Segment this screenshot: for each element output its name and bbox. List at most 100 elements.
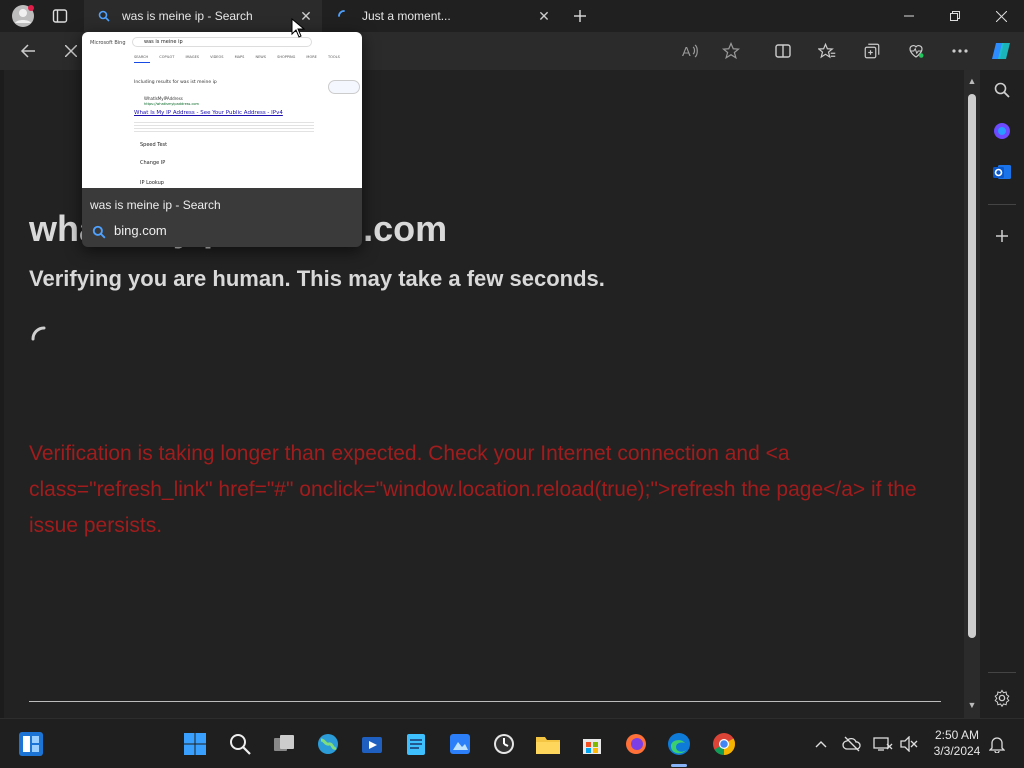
close-tab-icon[interactable]: ✕ (532, 4, 556, 28)
media-player-icon (362, 737, 382, 753)
preview-domain: bing.com (114, 223, 167, 238)
tab-actions-icon (52, 9, 68, 23)
split-screen-button[interactable] (769, 37, 797, 65)
globe-icon (318, 734, 338, 754)
thumb-nav-underline (134, 62, 150, 63)
clock-icon (494, 734, 514, 754)
sidebar-copilot-button[interactable] (988, 117, 1016, 145)
thumb-snippet (134, 120, 314, 134)
volume-muted-status[interactable] (896, 731, 922, 757)
favorites-icon (818, 42, 836, 59)
loading-spinner-icon (336, 8, 352, 24)
clock-time: 2:50 AM (934, 728, 980, 742)
thumb-including: Including results for was ist meine ip (134, 80, 217, 85)
back-button[interactable] (14, 37, 42, 65)
taskbar-search-button[interactable] (227, 731, 253, 757)
gear-icon (994, 689, 1010, 707)
browser-essentials-button[interactable] (902, 37, 930, 65)
edge-sidebar (980, 70, 1024, 718)
search-favicon-icon (92, 225, 106, 239)
thumb-sublink-3: IP Lookup (140, 180, 164, 186)
new-tab-button[interactable] (566, 0, 594, 32)
favorite-star-button[interactable] (717, 37, 745, 65)
preview-title: was is meine ip - Search (90, 198, 221, 212)
stop-loading-button[interactable] (57, 37, 85, 65)
network-status[interactable] (870, 731, 896, 757)
taskbar-app-paint[interactable] (447, 731, 473, 757)
scroll-down-icon[interactable]: ▼ (967, 700, 977, 710)
thumb-sublink-1: Speed Test (140, 142, 168, 148)
copilot-button[interactable] (988, 37, 1016, 65)
tab-strip: was is meine ip - Search ✕ Just a moment… (0, 0, 1024, 32)
firefox-icon (626, 734, 646, 754)
profile-button[interactable] (8, 0, 38, 32)
collections-button[interactable] (858, 37, 886, 65)
tab-actions-button[interactable] (46, 0, 74, 32)
sidebar-settings-button[interactable] (988, 684, 1016, 712)
restore-icon (950, 11, 960, 21)
loading-spinner-icon (31, 326, 46, 341)
task-view-button[interactable] (271, 731, 297, 757)
more-dots-icon (952, 49, 968, 53)
close-window-button[interactable] (978, 0, 1024, 32)
plus-icon (574, 10, 586, 22)
start-button[interactable] (182, 731, 208, 757)
clock-date: 3/3/2024 (933, 744, 981, 758)
vertical-scrollbar[interactable]: ▲ ▼ (964, 70, 980, 718)
profile-avatar-icon (12, 5, 34, 27)
divider (29, 701, 941, 702)
taskbar-app-clock[interactable] (491, 731, 517, 757)
cloud-offline-icon (842, 736, 861, 752)
taskbar-app-network[interactable] (315, 731, 341, 757)
restore-button[interactable] (932, 0, 978, 32)
sidebar-outlook-button[interactable] (988, 158, 1016, 186)
taskbar-app-notepad[interactable] (403, 731, 429, 757)
settings-more-button[interactable] (946, 37, 974, 65)
sidebar-search-button[interactable] (988, 76, 1016, 104)
tab-search[interactable]: was is meine ip - Search ✕ (84, 0, 322, 32)
widgets-button[interactable] (18, 731, 44, 757)
read-aloud-icon: A (682, 44, 698, 59)
show-hidden-icons-button[interactable] (808, 731, 834, 757)
search-icon (230, 734, 251, 755)
taskbar-app-edge[interactable] (666, 731, 692, 757)
tab-title: Just a moment... (362, 9, 451, 23)
search-icon (994, 82, 1010, 98)
taskbar-app-chrome[interactable] (711, 731, 737, 757)
sidebar-divider (988, 204, 1016, 205)
verification-error-message: Verification is taking longer than expec… (29, 442, 917, 537)
folder-icon (536, 737, 560, 754)
tab-hover-preview: Microsoft Bing was is meine ip SEARCH CO… (82, 32, 362, 247)
widgets-icon (19, 732, 43, 756)
active-app-indicator (671, 764, 687, 767)
chevron-up-icon (815, 741, 827, 748)
thumb-site-name: WhatIsMyIPAddress (144, 96, 183, 101)
notepad-icon (407, 734, 425, 755)
scroll-up-icon[interactable]: ▲ (967, 76, 977, 86)
taskbar-app-firefox[interactable] (623, 731, 649, 757)
system-clock[interactable]: 2:50 AM 3/3/2024 (926, 727, 988, 759)
thumb-copilot-pill (328, 80, 360, 94)
arrow-left-icon (20, 44, 35, 58)
collections-icon (864, 43, 880, 59)
read-aloud-button[interactable]: A (677, 37, 705, 65)
taskbar-app-file-explorer[interactable] (535, 731, 561, 757)
close-icon (65, 45, 77, 57)
onedrive-status[interactable] (839, 731, 865, 757)
windows-logo-icon (184, 733, 206, 755)
taskbar-app-media[interactable] (359, 731, 385, 757)
verification-message: Verifying you are human. This may take a… (29, 266, 605, 291)
thumb-sublink-2: Change IP (140, 160, 166, 166)
windows-taskbar: 2:50 AM 3/3/2024 (0, 718, 1024, 768)
sidebar-add-button[interactable] (988, 222, 1016, 250)
chrome-icon (713, 733, 735, 755)
scroll-thumb[interactable] (968, 94, 976, 638)
tab-just-a-moment[interactable]: Just a moment... ✕ (324, 0, 560, 32)
taskbar-app-store[interactable] (579, 731, 605, 757)
notifications-button[interactable] (984, 731, 1010, 757)
thumb-nav: SEARCH COPILOT IMAGES VIDEOS MAPS NEWS S… (134, 55, 340, 59)
copilot-icon (992, 43, 1010, 59)
paint-icon (450, 734, 470, 754)
favorites-button[interactable] (813, 37, 841, 65)
minimize-button[interactable] (886, 0, 932, 32)
